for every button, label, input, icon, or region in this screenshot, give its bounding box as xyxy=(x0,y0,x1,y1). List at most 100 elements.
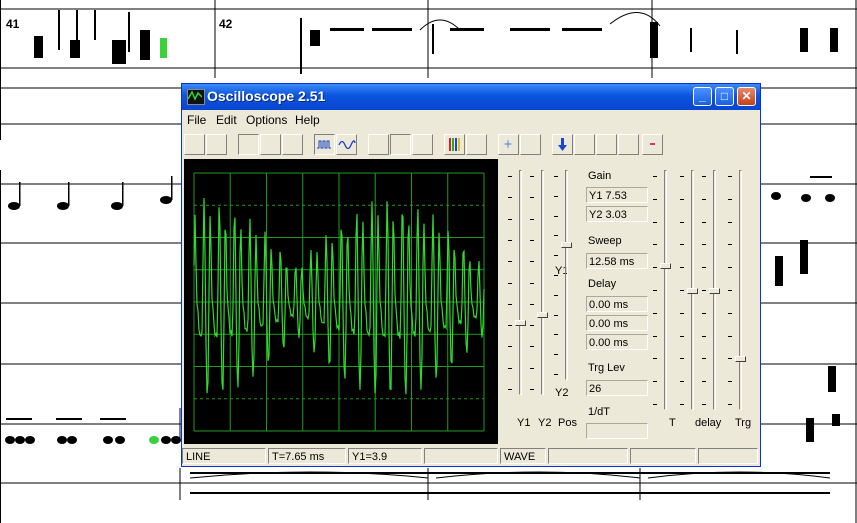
slider-tick xyxy=(653,381,657,383)
toolbar-button-18[interactable] xyxy=(618,134,639,155)
slider-tick xyxy=(653,267,657,269)
slider-tick xyxy=(530,197,534,199)
toolbar-button-4[interactable] xyxy=(260,134,281,155)
toolbar-button-16[interactable] xyxy=(574,134,595,155)
menu-bar: File Edit Options Help xyxy=(182,110,760,130)
toolbar-button-5[interactable] xyxy=(282,134,303,155)
y2-gain-slider[interactable] xyxy=(536,170,550,395)
toolbar-button-14[interactable] xyxy=(520,134,541,155)
slider-tick xyxy=(554,354,558,356)
toolbar-button-2[interactable] xyxy=(206,134,227,155)
inv-dt-field xyxy=(586,423,648,439)
toolbar-button-12[interactable] xyxy=(466,134,487,155)
slider-tick xyxy=(702,176,706,177)
status-mode: LINE xyxy=(182,448,266,464)
slider-tick xyxy=(530,367,534,369)
y1-gain-field: Y1 7.53 xyxy=(586,187,648,203)
y1-gain-slider[interactable] xyxy=(514,170,528,395)
control-panel: Y1 Y2 Y1 Y2 Pos Gain Y1 7.53 Y2 3.03 Swe… xyxy=(500,159,758,444)
toolbar-button-17[interactable] xyxy=(596,134,617,155)
display-grid xyxy=(193,172,485,432)
menu-help[interactable]: Help xyxy=(295,113,320,127)
slider-tick xyxy=(728,176,732,177)
menu-options[interactable]: Options xyxy=(246,113,287,127)
close-button[interactable]: ✕ xyxy=(737,87,756,106)
slider-tick xyxy=(508,389,512,390)
window-title: Oscilloscope 2.51 xyxy=(207,88,326,104)
slider-tick xyxy=(702,358,706,360)
pos-y1-label: Y1 xyxy=(517,417,531,429)
delay-field-1: 0.00 ms xyxy=(586,296,648,312)
slider-tick xyxy=(680,404,684,405)
minimize-button[interactable]: _ xyxy=(693,87,712,106)
slider-tick xyxy=(680,267,684,269)
trg-slider-label: Trg xyxy=(735,417,752,429)
toolbar-button-3[interactable] xyxy=(238,134,259,155)
slider-tick xyxy=(530,218,534,220)
slider-tick xyxy=(728,358,732,360)
toolbar-button-1[interactable] xyxy=(184,134,205,155)
oscilloscope-window: Oscilloscope 2.51 _ □ ✕ File Edit Option… xyxy=(181,83,761,467)
status-wave: WAVE xyxy=(500,448,546,464)
position-slider[interactable] xyxy=(560,170,574,380)
maximize-icon: □ xyxy=(720,89,729,103)
slider-tick xyxy=(702,244,706,246)
color-bars-button[interactable] xyxy=(444,134,465,155)
status-cell-4 xyxy=(424,448,498,464)
slider-tick xyxy=(728,198,732,200)
status-cell-8 xyxy=(698,448,758,464)
gain-label: Gain xyxy=(588,170,612,182)
toolbar-button-8[interactable] xyxy=(368,134,389,155)
slider-tick xyxy=(680,358,684,360)
slider-tick xyxy=(702,290,706,291)
delay-slider-a[interactable] xyxy=(686,170,700,410)
title-bar[interactable]: Oscilloscope 2.51 _ □ ✕ xyxy=(182,84,760,110)
delay-slider-b[interactable] xyxy=(708,170,722,410)
slider-tick xyxy=(728,335,732,337)
menu-edit[interactable]: Edit xyxy=(216,113,237,127)
slider-tick xyxy=(653,312,657,314)
status-cell-6 xyxy=(548,448,628,464)
delay-slider-label: delay xyxy=(695,417,722,429)
trigger-slider[interactable] xyxy=(734,170,748,410)
maximize-button[interactable]: □ xyxy=(715,87,734,106)
toolbar-button-10[interactable] xyxy=(412,134,433,155)
toolbar-button-9[interactable] xyxy=(390,134,411,155)
sine-wave-button[interactable] xyxy=(336,134,357,155)
slider-tick xyxy=(530,176,534,177)
color-bars-icon xyxy=(449,138,460,151)
slider-tick xyxy=(508,176,512,177)
sparkle-button[interactable] xyxy=(498,134,519,155)
slider-tick xyxy=(680,312,684,314)
slider-tick xyxy=(530,325,534,327)
download-arrow-button[interactable] xyxy=(552,134,573,155)
slider-tick xyxy=(728,267,732,269)
inv-dt-label: 1/dT xyxy=(588,406,611,418)
slider-tick xyxy=(554,374,558,375)
slider-tick xyxy=(554,275,558,276)
slider-tick xyxy=(508,261,512,263)
slider-tick xyxy=(680,198,684,200)
square-wave-button[interactable] xyxy=(314,134,335,155)
close-icon: ✕ xyxy=(741,89,752,103)
slider-tick xyxy=(554,314,558,316)
slider-tick xyxy=(653,358,657,360)
slider-tick xyxy=(508,218,512,220)
oscilloscope-app-icon xyxy=(187,89,205,105)
pink-marker-button[interactable] xyxy=(642,134,663,155)
slider-tick xyxy=(680,176,684,177)
slider-tick xyxy=(508,282,512,284)
slider-tick xyxy=(530,282,534,284)
slider-tick xyxy=(702,335,706,337)
arrow-down-icon xyxy=(558,138,567,151)
time-slider[interactable] xyxy=(659,170,673,410)
oscilloscope-display[interactable] xyxy=(184,159,498,444)
t-slider-label: T xyxy=(669,417,676,429)
menu-file[interactable]: File xyxy=(187,113,206,127)
slider-tick xyxy=(728,381,732,383)
slider-tick xyxy=(508,239,512,241)
slider-tick xyxy=(554,334,558,336)
slider-tick xyxy=(680,290,684,291)
slider-tick xyxy=(508,197,512,199)
y2-gain-field: Y2 3.03 xyxy=(586,206,648,222)
